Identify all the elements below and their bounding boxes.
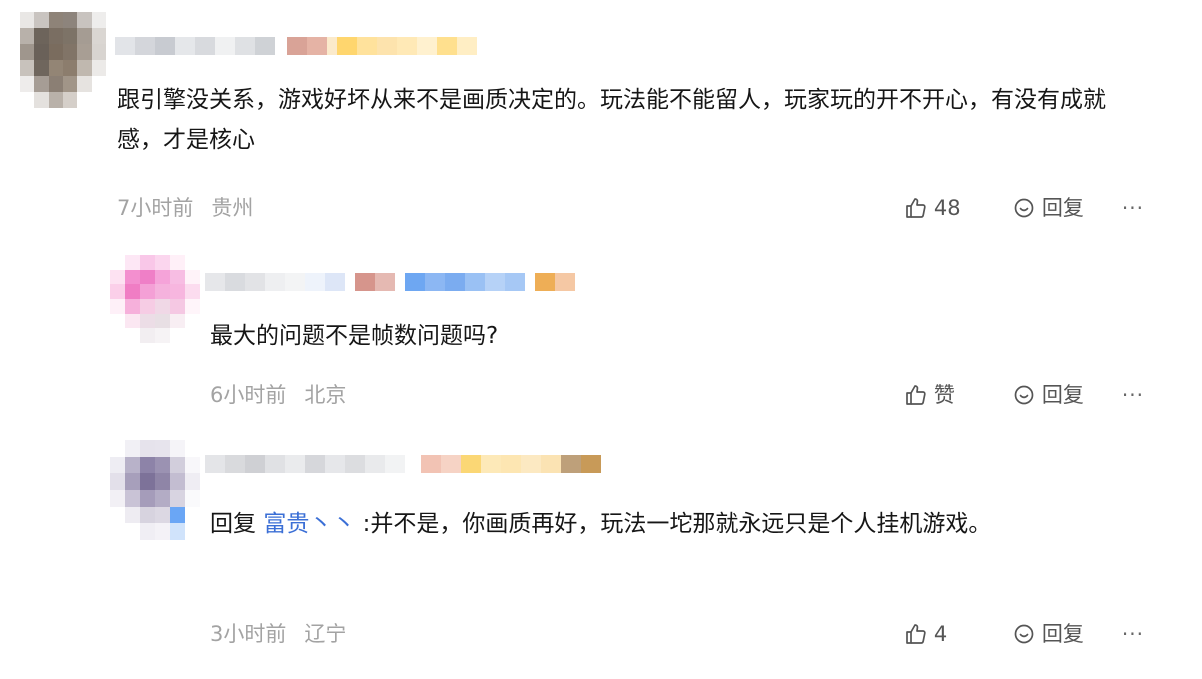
comment-location: 辽宁 bbox=[304, 622, 347, 646]
like-count: 4 bbox=[933, 622, 948, 646]
reply-button[interactable]: 回复 bbox=[1012, 619, 1084, 649]
avatar[interactable] bbox=[110, 440, 200, 540]
reply-bubble-icon bbox=[1014, 624, 1034, 644]
reply-prefix: 回复 bbox=[210, 511, 256, 537]
comment-3: 回复 富贵丶丶 :并不是，你画质再好，玩法一坨那就永远只是个人挂机游戏。 3小时… bbox=[0, 0, 1202, 679]
comment-time: 3小时前 bbox=[210, 622, 287, 646]
comment-text: 回复 富贵丶丶 :并不是，你画质再好，玩法一坨那就永远只是个人挂机游戏。 bbox=[210, 504, 1155, 544]
like-button[interactable]: 4 bbox=[904, 619, 974, 649]
more-button[interactable]: ··· bbox=[1122, 619, 1144, 649]
reply-label: 回复 bbox=[1041, 622, 1084, 646]
comment-actions: 4 回复 ··· bbox=[904, 619, 1144, 649]
thumbs-up-icon bbox=[906, 624, 926, 644]
reply-text: :并不是，你画质再好，玩法一坨那就永远只是个人挂机游戏。 bbox=[362, 511, 992, 537]
more-icon: ··· bbox=[1121, 622, 1144, 646]
comment-meta: 3小时前 辽宁 bbox=[210, 619, 346, 649]
mention-link[interactable]: 富贵丶丶 bbox=[263, 511, 355, 537]
username-pixelated[interactable] bbox=[205, 455, 601, 473]
